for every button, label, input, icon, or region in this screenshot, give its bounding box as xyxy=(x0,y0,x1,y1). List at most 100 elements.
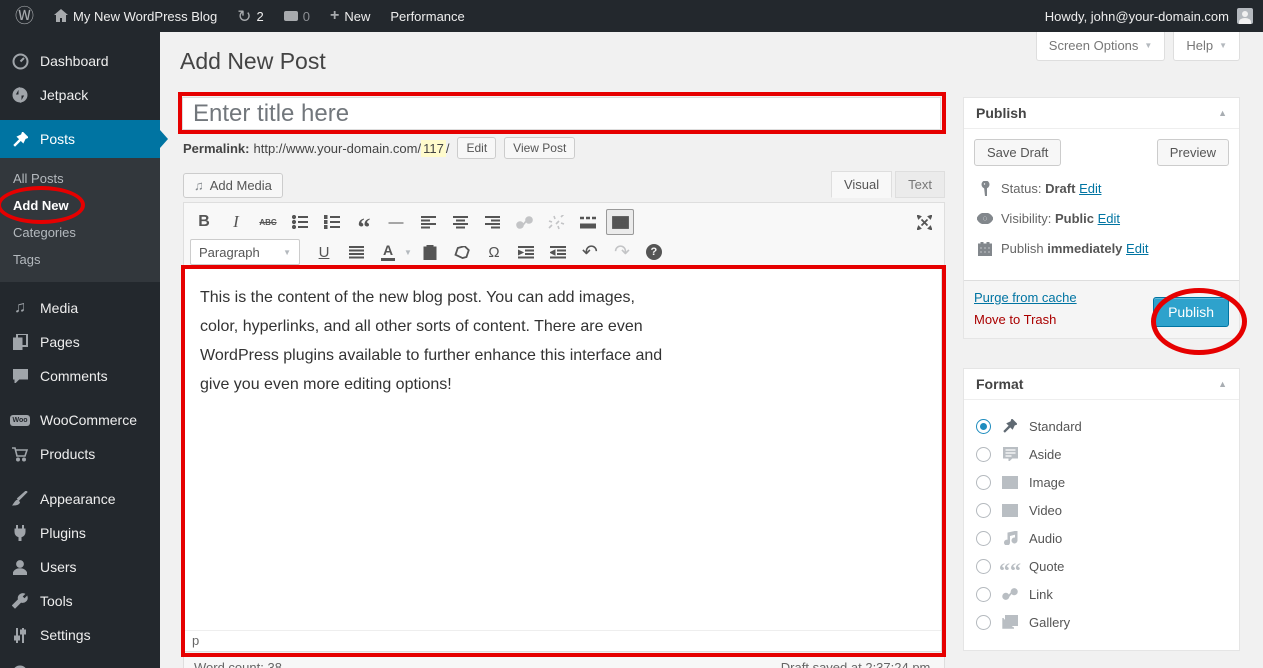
publish-button[interactable]: Publish xyxy=(1153,297,1229,327)
sidebar-item-comments[interactable]: Comments xyxy=(0,359,160,393)
sidebar-item-woocommerce[interactable]: Woo WooCommerce xyxy=(0,403,160,437)
sidebar-item-media[interactable]: ♫ Media xyxy=(0,291,160,325)
fullscreen-button[interactable] xyxy=(910,209,938,235)
publish-panel-header[interactable]: Publish ▲ xyxy=(964,98,1239,129)
undo-button[interactable]: ↶ xyxy=(576,239,604,265)
edit-visibility-link[interactable]: Edit xyxy=(1098,211,1120,226)
post-content-text[interactable]: This is the content of the new blog post… xyxy=(184,269,684,413)
sidebar-item-pages[interactable]: Pages xyxy=(0,325,160,359)
format-option-video[interactable]: Video xyxy=(976,496,1227,524)
radio-gallery[interactable] xyxy=(976,615,991,630)
radio-video[interactable] xyxy=(976,503,991,518)
underline-button[interactable]: U xyxy=(310,239,338,265)
view-post-button[interactable]: View Post xyxy=(504,137,575,159)
strikethrough-button[interactable]: ABC xyxy=(254,209,282,235)
wrench-icon xyxy=(10,593,30,609)
radio-standard[interactable] xyxy=(976,419,991,434)
preview-button[interactable]: Preview xyxy=(1157,139,1229,166)
add-media-button[interactable]: ♫ Add Media xyxy=(183,173,283,198)
new-content-menu[interactable]: + New xyxy=(323,0,377,32)
numbered-list-button[interactable] xyxy=(318,209,346,235)
remove-link-button[interactable] xyxy=(542,209,570,235)
sidebar-item-appearance[interactable]: Appearance xyxy=(0,482,160,516)
comments-link[interactable]: 0 xyxy=(277,0,317,32)
post-content-editor[interactable]: This is the content of the new blog post… xyxy=(183,268,942,652)
wordpress-logo-menu[interactable]: Ⓦ xyxy=(8,0,41,32)
italic-button[interactable]: I xyxy=(222,209,250,235)
format-option-standard[interactable]: Standard xyxy=(976,412,1227,440)
paragraph-style-select[interactable]: Paragraph ▼ xyxy=(190,239,300,265)
horizontal-rule-button[interactable]: — xyxy=(382,209,410,235)
format-option-link[interactable]: Link xyxy=(976,580,1227,608)
sidebar-item-settings[interactable]: Settings xyxy=(0,618,160,652)
gallery-icon xyxy=(1000,615,1020,629)
sidebar-item-tags[interactable]: Tags xyxy=(0,246,160,273)
sidebar-item-performance[interactable]: Performance xyxy=(0,656,160,668)
sidebar-item-plugins[interactable]: Plugins xyxy=(0,516,160,550)
paste-as-text-button[interactable]: T xyxy=(416,239,444,265)
sidebar-item-posts[interactable]: Posts xyxy=(0,120,160,158)
post-title-input[interactable] xyxy=(182,97,941,130)
sidebar-item-all-posts[interactable]: All Posts xyxy=(0,165,160,192)
format-option-audio[interactable]: Audio xyxy=(976,524,1227,552)
text-color-button[interactable]: A xyxy=(374,239,402,265)
eye-icon xyxy=(977,213,993,224)
radio-quote[interactable] xyxy=(976,559,991,574)
clear-formatting-button[interactable] xyxy=(448,239,476,265)
tab-text[interactable]: Text xyxy=(895,171,945,198)
text-color-dropdown-arrow[interactable]: ▼ xyxy=(404,248,412,257)
edit-permalink-button[interactable]: Edit xyxy=(457,137,496,159)
format-panel-header[interactable]: Format ▲ xyxy=(964,369,1239,400)
redo-button[interactable]: ↷ xyxy=(608,239,636,265)
indent-button[interactable] xyxy=(544,239,572,265)
insert-link-button[interactable] xyxy=(510,209,538,235)
radio-audio[interactable] xyxy=(976,531,991,546)
performance-menu[interactable]: Performance xyxy=(383,0,471,32)
radio-image[interactable] xyxy=(976,475,991,490)
sidebar-item-dashboard[interactable]: Dashboard xyxy=(0,44,160,78)
format-option-aside[interactable]: Aside xyxy=(976,440,1227,468)
toolbar-toggle-button[interactable] xyxy=(606,209,634,235)
radio-aside[interactable] xyxy=(976,447,991,462)
tab-visual[interactable]: Visual xyxy=(831,171,892,198)
sidebar-item-categories[interactable]: Categories xyxy=(0,219,160,246)
align-left-button[interactable] xyxy=(414,209,442,235)
status-pin-icon xyxy=(977,181,993,196)
sidebar-item-tools[interactable]: Tools xyxy=(0,584,160,618)
cart-icon xyxy=(10,447,30,462)
format-option-image[interactable]: Image xyxy=(976,468,1227,496)
site-name-link[interactable]: My New WordPress Blog xyxy=(47,0,224,32)
sidebar-item-products[interactable]: Products xyxy=(0,437,160,471)
edit-schedule-link[interactable]: Edit xyxy=(1126,241,1148,256)
calendar-icon xyxy=(977,242,993,256)
sidebar-item-users[interactable]: Users xyxy=(0,550,160,584)
admin-bar: Ⓦ My New WordPress Blog ↻ 2 0 + New xyxy=(0,0,1263,32)
draft-saved-status: Draft saved at 2:37:24 pm. xyxy=(781,660,934,668)
sidebar-item-jetpack[interactable]: Jetpack xyxy=(0,78,160,112)
format-option-quote[interactable]: ““ Quote xyxy=(976,552,1227,580)
edit-status-link[interactable]: Edit xyxy=(1079,181,1101,196)
save-draft-button[interactable]: Save Draft xyxy=(974,139,1061,166)
special-character-button[interactable]: Ω xyxy=(480,239,508,265)
collapse-icon[interactable]: ▲ xyxy=(1218,379,1227,389)
video-icon xyxy=(1000,504,1020,517)
howdy-user-link[interactable]: Howdy, john@your-domain.com xyxy=(1045,9,1229,24)
blockquote-button[interactable]: “ xyxy=(350,209,378,235)
bulleted-list-button[interactable] xyxy=(286,209,314,235)
align-center-button[interactable] xyxy=(446,209,474,235)
collapse-icon[interactable]: ▲ xyxy=(1218,108,1227,118)
justify-button[interactable] xyxy=(342,239,370,265)
updates-link[interactable]: ↻ 2 xyxy=(230,0,270,32)
insert-more-tag-button[interactable] xyxy=(574,209,602,235)
bold-button[interactable]: B xyxy=(190,209,218,235)
screen-options-button[interactable]: Screen Options ▼ xyxy=(1036,32,1166,61)
user-avatar[interactable] xyxy=(1237,8,1253,24)
sidebar-item-add-new[interactable]: Add New xyxy=(0,192,160,219)
radio-link[interactable] xyxy=(976,587,991,602)
align-right-button[interactable] xyxy=(478,209,506,235)
format-option-gallery[interactable]: Gallery xyxy=(976,608,1227,636)
outdent-button[interactable] xyxy=(512,239,540,265)
keyboard-shortcuts-help-button[interactable]: ? xyxy=(640,239,668,265)
admin-sidebar: Dashboard Jetpack Posts All Posts Add Ne… xyxy=(0,32,160,668)
help-button[interactable]: Help ▼ xyxy=(1173,32,1240,61)
